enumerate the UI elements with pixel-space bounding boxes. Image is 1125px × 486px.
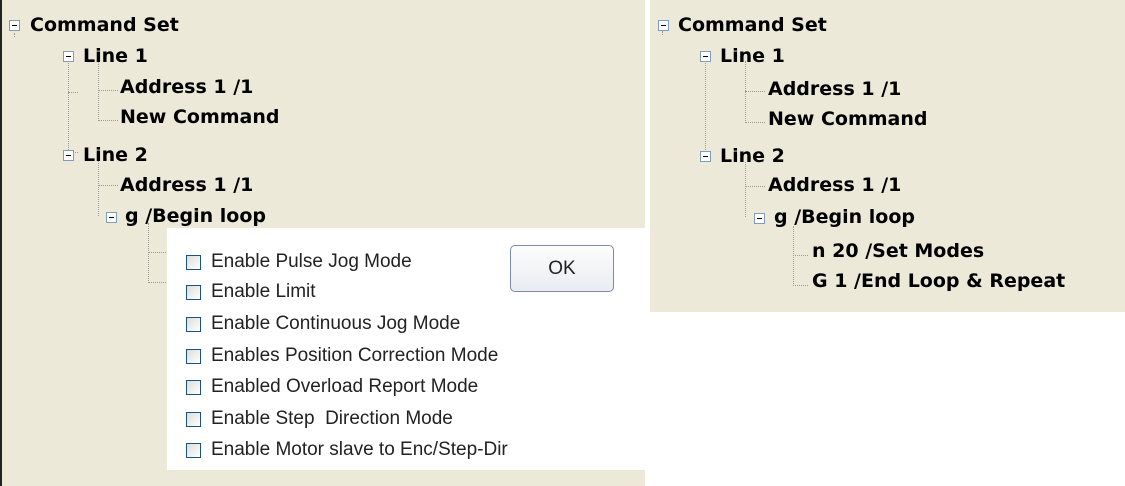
tree-connector	[793, 285, 808, 286]
tree-connector	[148, 282, 168, 283]
collapse-icon[interactable]	[658, 20, 669, 31]
tree-connector	[68, 92, 78, 93]
option-motor-slave[interactable]: Enable Motor slave to Enc/Step-Dir	[186, 438, 508, 462]
tree-connector	[745, 91, 765, 92]
tree-root-command-set[interactable]: Command Set	[678, 14, 827, 36]
option-continuous-jog[interactable]: Enable Continuous Jog Mode	[186, 312, 460, 336]
checkbox[interactable]	[186, 411, 201, 427]
collapse-icon[interactable]	[106, 212, 117, 223]
tree-connector	[14, 33, 15, 37]
tree-connector	[98, 160, 99, 216]
tree-node-address[interactable]: Address 1 /1	[120, 76, 253, 98]
tree-connector	[793, 226, 794, 286]
checkbox[interactable]	[186, 316, 201, 332]
option-label: Enabled Overload Report Mode	[211, 376, 479, 397]
tree-connector	[793, 255, 808, 256]
option-label: Enables Position Correction Mode	[211, 345, 499, 366]
tree-node-address[interactable]: Address 1 /1	[768, 78, 901, 100]
option-limit[interactable]: Enable Limit	[186, 280, 316, 304]
option-overload-report[interactable]: Enabled Overload Report Mode	[186, 375, 478, 399]
option-pulse-jog[interactable]: Enable Pulse Jog Mode	[186, 250, 412, 274]
tree-connector	[98, 120, 118, 121]
collapse-icon[interactable]	[700, 51, 711, 62]
tree-node-begin-loop[interactable]: g /Begin loop	[125, 205, 266, 227]
tree-connector	[148, 252, 168, 253]
tree-node-set-modes[interactable]: n 20 /Set Modes	[812, 240, 984, 262]
checkbox[interactable]	[186, 254, 201, 270]
right-tree-panel: Command Set Line 1 Address 1 /1 New Comm…	[650, 0, 1125, 312]
tree-connector	[148, 223, 149, 283]
tree-node-line-2[interactable]: Line 2	[83, 144, 148, 166]
tree-connector	[662, 31, 663, 35]
tree-node-line-1[interactable]: Line 1	[720, 45, 785, 67]
ok-button[interactable]: OK	[510, 245, 614, 292]
option-label: Enable Pulse Jog Mode	[211, 251, 412, 272]
checkbox[interactable]	[186, 284, 201, 300]
collapse-icon[interactable]	[63, 150, 74, 161]
checkbox[interactable]	[186, 379, 201, 395]
tree-node-end-loop[interactable]: G 1 /End Loop & Repeat	[812, 270, 1065, 292]
option-position-correction[interactable]: Enables Position Correction Mode	[186, 344, 498, 368]
checkbox[interactable]	[186, 348, 201, 364]
tree-node-begin-loop[interactable]: g /Begin loop	[774, 206, 915, 228]
tree-connector	[745, 162, 746, 217]
collapse-icon[interactable]	[754, 213, 765, 224]
tree-connector	[745, 122, 765, 123]
tree-connector	[745, 61, 746, 123]
tree-node-line-1[interactable]: Line 1	[83, 45, 148, 67]
tree-connector	[745, 186, 765, 187]
option-label: Enable Continuous Jog Mode	[211, 313, 461, 334]
tree-node-address[interactable]: Address 1 /1	[120, 174, 253, 196]
tree-node-address[interactable]: Address 1 /1	[768, 174, 901, 196]
panel-border	[0, 0, 2, 486]
tree-connector	[68, 63, 69, 154]
tree-root-command-set[interactable]: Command Set	[30, 14, 179, 36]
collapse-icon[interactable]	[700, 151, 711, 162]
tree-connector	[98, 90, 118, 91]
tree-node-new-command[interactable]: New Command	[768, 108, 928, 130]
tree-connector	[705, 60, 706, 154]
mode-options-dialog: Enable Pulse Jog Mode Enable Limit Enabl…	[167, 228, 645, 470]
option-label: Enable Limit	[211, 281, 316, 302]
collapse-icon[interactable]	[9, 20, 20, 31]
collapse-icon[interactable]	[63, 51, 74, 62]
tree-node-new-command[interactable]: New Command	[120, 106, 280, 128]
tree-connector	[98, 185, 118, 186]
tree-node-line-2[interactable]: Line 2	[720, 145, 785, 167]
option-label: Enable Motor slave to Enc/Step-Dir	[211, 439, 508, 460]
checkbox[interactable]	[186, 442, 201, 458]
option-label: Enable Step Direction Mode	[211, 408, 453, 429]
option-step-direction[interactable]: Enable Step Direction Mode	[186, 407, 453, 431]
